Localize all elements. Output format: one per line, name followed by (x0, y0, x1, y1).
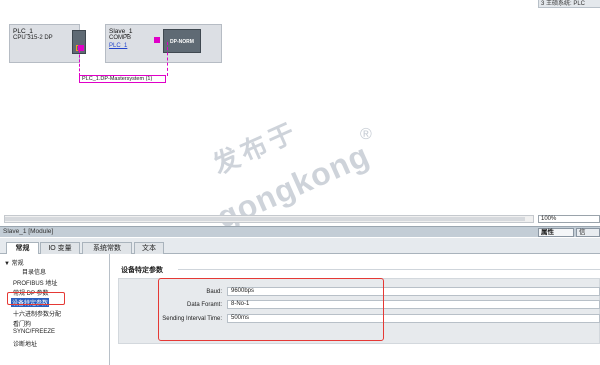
params-highlight-box (158, 278, 384, 341)
tab-info[interactable]: 信 (576, 228, 600, 237)
tab-io-tags[interactable]: IO 变量 (40, 242, 80, 254)
dp-mastersystem-label[interactable]: PLC_1.DP-Mastersystem (1) (79, 75, 166, 83)
nav-profibus-address[interactable]: PROFIBUS 地址 (13, 278, 57, 287)
properties-label: 属性 (541, 229, 554, 236)
nav-watchdog[interactable]: 看门狗 (13, 319, 31, 328)
nav-general[interactable]: ▼ 常规 (4, 258, 24, 267)
nav-diagnostic-address[interactable]: 诊断地址 (13, 339, 37, 348)
device-slave[interactable]: Slave_1 COMPB PLC_1 DP-NORM (105, 24, 222, 63)
nav-catalog-info[interactable]: 目录信息 (22, 267, 46, 276)
topbar-label: 3 王硕系统: PLC (538, 0, 600, 8)
nav-sync-freeze[interactable]: SYNC/FREEZE (13, 329, 55, 335)
device-plc-name: PLC_1 (13, 28, 33, 35)
section-title: 设备特定参数 (121, 267, 163, 274)
tab-properties[interactable]: 属性 (538, 228, 574, 237)
nav-hex-params[interactable]: 十六进制参数分配 (13, 309, 61, 318)
bus-line-slave (167, 42, 168, 76)
horizontal-scrollbar[interactable] (4, 215, 534, 223)
dp-module-icon: DP-NORM (163, 29, 201, 53)
nav-highlight-box (7, 292, 65, 305)
tab-texts[interactable]: 文本 (134, 242, 164, 254)
network-view[interactable]: 3 王硕系统: PLC PLC_1 CPU 315-2 DP Slave_1 C… (0, 0, 600, 236)
watermark-registered-mark: ® (360, 126, 372, 143)
info-label: 信 (579, 229, 586, 236)
slave-dp-port[interactable] (154, 37, 160, 43)
scrollbar-thumb[interactable] (5, 217, 525, 221)
device-slave-name: Slave_1 (109, 28, 133, 35)
inspector-nav: ▼ 常规 目录信息 PROFIBUS 地址 常规 DP 参数 设备特定参数 十六… (0, 254, 110, 365)
section-divider (178, 269, 600, 270)
inspector-title: Slave_1 [Module] (0, 226, 600, 237)
inspector-tabs: 常规 IO 变量 系统常数 文本 (0, 238, 600, 255)
zoom-select[interactable]: 100% (538, 215, 600, 223)
device-slave-type: COMPB (109, 35, 132, 41)
dp-module-label: DP-NORM (170, 39, 194, 45)
bus-line-plc (79, 50, 80, 76)
tab-system-constants[interactable]: 系统常数 (82, 242, 132, 254)
device-slave-link[interactable]: PLC_1 (109, 43, 127, 49)
device-plc[interactable]: PLC_1 CPU 315-2 DP (9, 24, 86, 63)
device-plc-type: CPU 315-2 DP (13, 35, 53, 41)
